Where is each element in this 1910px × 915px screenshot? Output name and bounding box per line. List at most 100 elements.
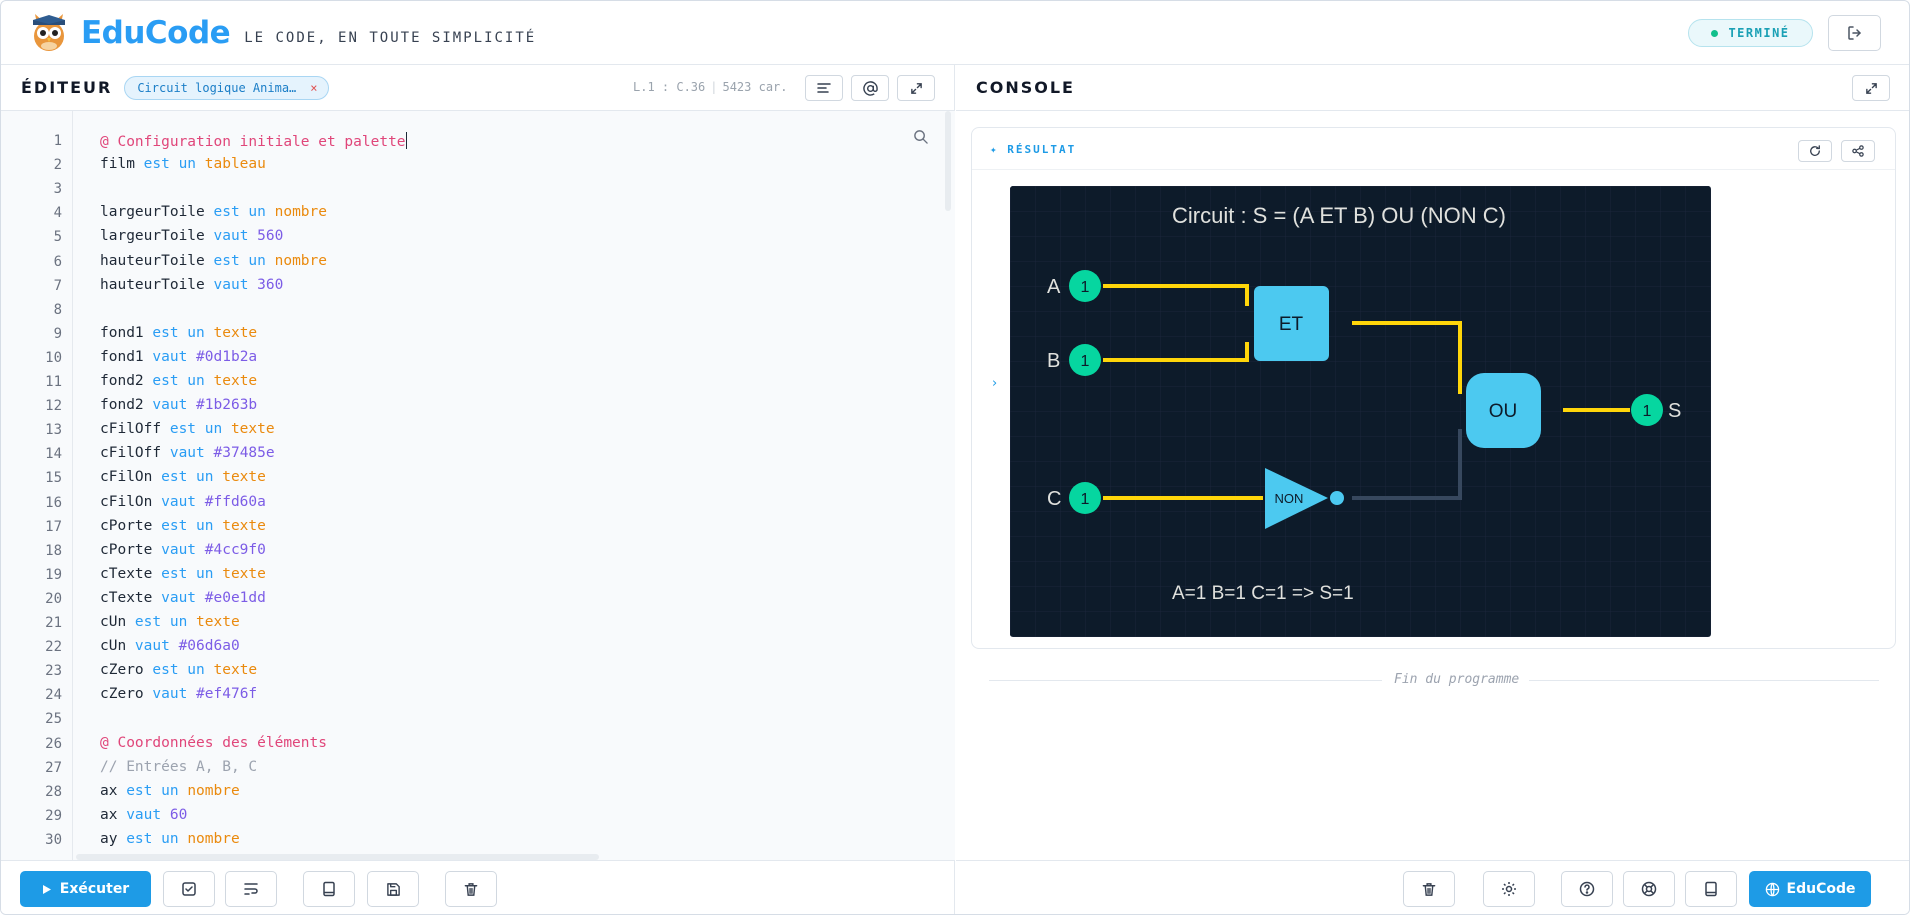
result-header: ✦ RÉSULTAT: [972, 128, 1895, 170]
logout-button[interactable]: [1828, 15, 1881, 51]
guide-button[interactable]: [1685, 871, 1737, 907]
rerun-button[interactable]: [1798, 140, 1832, 162]
code-token: ax: [100, 806, 127, 823]
code-line: cTexte est un texte: [100, 566, 266, 582]
code-line: cZero est un texte: [100, 662, 257, 678]
line-number: 11: [45, 374, 62, 390]
code-line: cZero vaut #ef476f: [100, 686, 257, 702]
settings-button[interactable]: [1483, 871, 1535, 907]
code-token: fond2: [100, 397, 153, 414]
at-sign-icon: [862, 80, 878, 96]
code-token: fond1: [100, 348, 153, 365]
code-line: cFilOff vaut #37485e: [100, 445, 275, 461]
console-title: CONSOLE: [976, 78, 1075, 97]
align-left-icon: [817, 83, 831, 93]
line-number: 25: [45, 711, 62, 728]
code-line: largeurToile est un nombre: [100, 204, 327, 220]
code-token: cTexte: [100, 565, 162, 582]
code-token: @ Configuration initiale et palette: [100, 134, 406, 150]
clear-editor-button[interactable]: [445, 871, 497, 907]
console-toolbar: EduCode: [956, 860, 1909, 914]
clear-console-button[interactable]: [1403, 871, 1455, 907]
code-token: texte: [196, 614, 240, 630]
app-window: EduCode LE CODE, EN TOUTE SIMPLICITÉ TER…: [0, 0, 1910, 915]
wrap-text-icon: [244, 883, 258, 895]
code-token: est un: [161, 565, 223, 582]
line-number: 6: [53, 253, 62, 270]
docs-button[interactable]: [303, 871, 355, 907]
line-number: 28: [45, 783, 62, 800]
line-number: 4: [53, 205, 62, 222]
or-gate: OU: [1466, 373, 1541, 448]
close-file-icon[interactable]: ×: [310, 81, 317, 95]
save-button[interactable]: [367, 871, 419, 907]
collapse-chevron-icon[interactable]: ›: [992, 376, 997, 391]
code-line: ax est un nombre: [100, 783, 240, 799]
code-line: fond2 est un texte: [100, 373, 257, 389]
code-token: texte: [222, 517, 266, 534]
code-line: fond1 est un texte: [100, 325, 257, 341]
code-token: est un: [213, 204, 275, 221]
line-number: 3: [53, 181, 62, 198]
code-line: cUn vaut #06d6a0: [100, 638, 240, 654]
code-token: ax: [100, 782, 127, 799]
line-number: 14: [45, 446, 62, 463]
check-button[interactable]: [163, 871, 215, 907]
code-token: cTexte: [100, 589, 162, 606]
code-token: est un: [143, 156, 205, 173]
code-token: largeurToile: [100, 228, 214, 245]
line-number-gutter: 1 2 3 4 5 6 7 8 9 10 11 12 13 14 15 16 17 18 19 20 21 22 23 24 2…: [1, 111, 73, 860]
help-button[interactable]: [1561, 871, 1613, 907]
line-number: 7: [53, 277, 62, 294]
logout-icon: [1847, 26, 1861, 40]
input-a-label: A: [1047, 276, 1061, 298]
code-line: fond1 vaut #0d1b2a: [100, 349, 257, 365]
code-token: texte: [213, 324, 258, 341]
share-button[interactable]: [1841, 140, 1875, 162]
run-button[interactable]: Exécuter: [20, 871, 151, 907]
educode-label: EduCode: [1786, 881, 1856, 897]
code-token: cZero: [100, 686, 153, 703]
code-line: @ Configuration initiale et palette: [100, 132, 407, 150]
input-c-label: C: [1047, 488, 1061, 510]
code-token: texte: [213, 373, 258, 389]
code-token: vaut: [126, 806, 170, 823]
support-button[interactable]: [1623, 871, 1675, 907]
search-icon[interactable]: [913, 129, 928, 144]
code-token: vaut: [134, 638, 179, 655]
input-a-value: 1: [1081, 279, 1090, 296]
tagline: LE CODE, EN TOUTE SIMPLICITÉ: [244, 29, 537, 46]
code-editor[interactable]: 1 2 3 4 5 6 7 8 9 10 11 12 13 14 15 16 17 18 19 20 21 22 23 24 2…: [1, 111, 955, 860]
code-token: cUn: [100, 638, 135, 655]
educode-site-button[interactable]: EduCode: [1749, 871, 1871, 907]
code-token: 560: [257, 228, 284, 245]
code-token: texte: [230, 421, 275, 438]
editor-title: ÉDITEUR: [21, 78, 113, 97]
file-tab[interactable]: Circuit logique Anima… ×: [124, 75, 329, 100]
editor-toolbar: Exécuter: [1, 860, 954, 914]
mention-button[interactable]: [851, 75, 889, 101]
code-token: nombre: [274, 252, 327, 269]
expand-console-button[interactable]: [1852, 75, 1890, 101]
code-line: ay est un nombre: [100, 831, 240, 847]
end-of-program: Fin du programme: [989, 672, 1879, 687]
globe-icon: [1765, 882, 1779, 896]
code-token: tableau: [204, 156, 266, 173]
circuit-status-line: A=1 B=1 C=1 => S=1: [1172, 583, 1354, 604]
end-text: Fin du programme: [1394, 672, 1520, 687]
code-token: #ffd60a: [204, 493, 266, 510]
output-s-label: S: [1668, 400, 1681, 422]
cursor-position: L.1 : C.36: [633, 80, 706, 94]
run-label: Exécuter: [59, 881, 130, 897]
line-number: 5: [53, 229, 62, 246]
wrap-button[interactable]: [225, 871, 277, 907]
line-number: 29: [45, 807, 62, 824]
format-button[interactable]: [805, 75, 843, 101]
line-number: 1: [53, 133, 62, 149]
code-token: est un: [152, 324, 214, 341]
expand-editor-button[interactable]: [897, 75, 935, 101]
play-icon: [42, 884, 51, 894]
code-token: vaut: [169, 445, 214, 462]
vertical-scrollbar[interactable]: [945, 111, 951, 211]
code-token: #06d6a0: [178, 638, 240, 655]
